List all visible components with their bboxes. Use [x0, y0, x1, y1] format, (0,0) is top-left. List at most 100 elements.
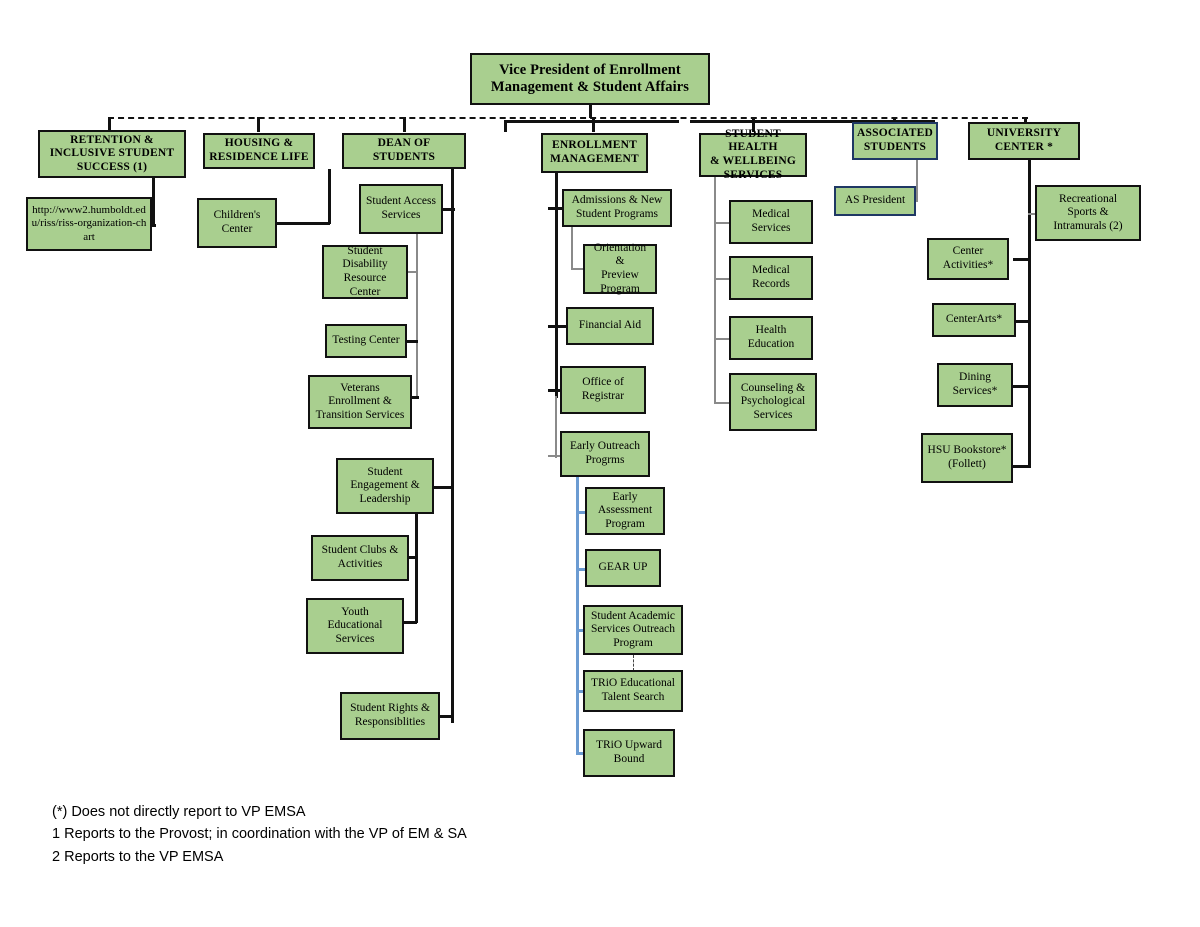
- connector-dean-to-student-rights: [438, 715, 454, 718]
- node-trio-educational-talent-search[interactable]: TRiO Educational Talent Search: [583, 670, 683, 712]
- node-student-disability-resource-center[interactable]: Student Disability Resource Center: [322, 245, 408, 299]
- node-label: TRiO Educational Talent Search: [591, 677, 675, 703]
- footnote-two: 2 Reports to the VP EMSA: [52, 848, 224, 865]
- connector-uc-to-center-activities: [1013, 258, 1031, 261]
- node-medical-records[interactable]: Medical Records: [729, 256, 813, 300]
- node-testing-center[interactable]: Testing Center: [325, 324, 407, 358]
- node-label: Health Education: [747, 324, 795, 350]
- connector-dean-subspine-d: [415, 556, 418, 623]
- node-label: Student Engagement & Leadership: [350, 465, 420, 505]
- connector-uc-to-hsu-bookstore: [1011, 465, 1031, 468]
- connector-housing-down: [328, 169, 331, 224]
- node-label: Center Activities*: [942, 245, 994, 271]
- connector-enrollment-spine-lower: [555, 396, 557, 458]
- node-label: Recreational Sports & Intramurals (2): [1053, 192, 1123, 232]
- node-vp-enrollment-management[interactable]: Vice President of Enrollment Management …: [470, 53, 710, 105]
- node-label: Dining Services*: [952, 371, 998, 397]
- node-label: Student Disability Resource Center: [342, 244, 388, 298]
- connector-to-medical-records: [714, 278, 730, 280]
- node-dean-of-students[interactable]: DEAN OF STUDENTS: [342, 133, 466, 169]
- connector-retention-down: [152, 178, 155, 226]
- node-student-rights-responsibilities[interactable]: Student Rights & Responsiblities: [340, 692, 440, 740]
- node-veterans-enrollment-transition[interactable]: Veterans Enrollment & Transition Service…: [308, 375, 412, 429]
- node-counseling-psychological-services[interactable]: Counseling & Psychological Services: [729, 373, 817, 431]
- node-as-president[interactable]: AS President: [834, 186, 916, 216]
- node-label: Children's Center: [213, 209, 261, 235]
- connector-dean-subspine-c: [415, 514, 418, 558]
- connector-to-health-education: [714, 338, 730, 340]
- footnotes: (*) Does not directly report to VP EMSA …: [52, 801, 467, 868]
- connector-uc-to-centerarts: [1016, 320, 1030, 323]
- connector-to-youth-educational: [403, 621, 417, 624]
- node-retention-inclusive-student-success[interactable]: RETENTION & INCLUSIVE STUDENT SUCCESS (1…: [38, 130, 186, 178]
- footnote-asterisk: (*) Does not directly report to VP EMSA: [52, 804, 306, 820]
- connector-drop-housing: [257, 117, 260, 132]
- node-medical-services[interactable]: Medical Services: [729, 200, 813, 244]
- org-chart-canvas: Vice President of Enrollment Management …: [0, 0, 1200, 927]
- connector-to-counseling-psychological: [714, 402, 730, 404]
- node-label: UNIVERSITY CENTER *: [986, 127, 1062, 153]
- node-dining-services[interactable]: Dining Services*: [937, 363, 1013, 407]
- node-gear-up[interactable]: GEAR UP: [585, 549, 661, 587]
- node-youth-educational-services[interactable]: Youth Educational Services: [306, 598, 404, 654]
- node-centerarts[interactable]: CenterArts*: [932, 303, 1016, 337]
- node-label: Testing Center: [332, 334, 400, 347]
- node-early-assessment-program[interactable]: Early Assessment Program: [585, 487, 665, 535]
- node-recreational-sports-intramurals[interactable]: Recreational Sports & Intramurals (2): [1035, 185, 1141, 241]
- node-student-health-wellbeing-services[interactable]: STUDENT HEALTH & WELLBEING SERVICES: [699, 128, 807, 181]
- node-label: Youth Educational Services: [327, 605, 383, 645]
- connector-dean-subspine-a: [416, 234, 418, 397]
- node-label: Counseling & Psychological Services: [740, 381, 806, 421]
- node-childrens-center[interactable]: Children's Center: [197, 198, 277, 248]
- node-student-engagement-leadership[interactable]: Student Engagement & Leadership: [336, 458, 434, 514]
- connector-em-to-financial-aid: [548, 325, 568, 328]
- node-orientation-preview-program[interactable]: Orientation & Preview Program: [583, 242, 657, 295]
- node-center-activities[interactable]: Center Activities*: [927, 238, 1009, 280]
- node-label: AS President: [844, 194, 906, 207]
- node-label: HSU Bookstore* (Follett): [927, 444, 1007, 470]
- connector-subbus-left-tick: [504, 120, 507, 132]
- node-label: ENROLLMENT MANAGEMENT: [550, 139, 639, 165]
- node-admissions-new-student-programs[interactable]: Admissions & New Student Programs: [562, 189, 672, 227]
- node-label: Early Assessment Program: [597, 490, 653, 530]
- node-label: RETENTION & INCLUSIVE STUDENT SUCCESS (1…: [49, 133, 175, 173]
- node-label: Financial Aid: [578, 319, 642, 332]
- node-label: Early Outreach Progrms: [570, 440, 640, 466]
- connector-dean-to-student-engagement: [433, 486, 453, 489]
- node-label: Medical Services: [751, 208, 791, 234]
- connector-health-spine: [714, 177, 716, 403]
- node-trio-upward-bound[interactable]: TRiO Upward Bound: [583, 729, 675, 777]
- node-label: GEAR UP: [598, 561, 648, 574]
- connector-housing-to-childrens-center: [275, 222, 330, 225]
- connector-to-student-disability: [407, 271, 418, 273]
- node-housing-residence-life[interactable]: HOUSING & RESIDENCE LIFE: [203, 133, 315, 169]
- node-label: Student Clubs & Activities: [321, 544, 399, 570]
- node-health-education[interactable]: Health Education: [729, 316, 813, 360]
- node-label: HOUSING & RESIDENCE LIFE: [209, 137, 309, 163]
- node-retention-url[interactable]: http://www2.humboldt.edu/riss/riss-organ…: [26, 197, 152, 251]
- connector-subbus-left: [504, 120, 679, 123]
- node-student-academic-services-outreach[interactable]: Student Academic Services Outreach Progr…: [583, 605, 683, 655]
- node-associated-students[interactable]: ASSOCIATED STUDENTS: [852, 122, 938, 160]
- node-label: STUDENT HEALTH & WELLBEING SERVICES: [709, 127, 797, 181]
- node-early-outreach-programs[interactable]: Early Outreach Progrms: [560, 431, 650, 477]
- connector-dean-spine: [451, 169, 454, 723]
- node-financial-aid[interactable]: Financial Aid: [566, 307, 654, 345]
- connector-early-outreach-spine: [576, 477, 579, 753]
- connector-uc-spine: [1028, 160, 1031, 468]
- connector-assoc-students-down: [916, 160, 918, 202]
- connector-dean-to-student-access: [443, 208, 455, 211]
- node-office-of-registrar[interactable]: Office of Registrar: [560, 366, 646, 414]
- node-label: Office of Registrar: [581, 376, 625, 402]
- connector-to-medical-services: [714, 222, 730, 224]
- node-label: CenterArts*: [945, 313, 1003, 326]
- node-university-center[interactable]: UNIVERSITY CENTER *: [968, 122, 1080, 160]
- node-label: Veterans Enrollment & Transition Service…: [315, 381, 405, 421]
- connector-uc-to-dining-services: [1012, 385, 1030, 388]
- node-student-clubs-activities[interactable]: Student Clubs & Activities: [311, 535, 409, 581]
- node-enrollment-management[interactable]: ENROLLMENT MANAGEMENT: [541, 133, 648, 173]
- node-label: Vice President of Enrollment Management …: [490, 61, 690, 95]
- node-hsu-bookstore-follett[interactable]: HSU Bookstore* (Follett): [921, 433, 1013, 483]
- connector-drop-dean: [403, 117, 406, 132]
- node-student-access-services[interactable]: Student Access Services: [359, 184, 443, 234]
